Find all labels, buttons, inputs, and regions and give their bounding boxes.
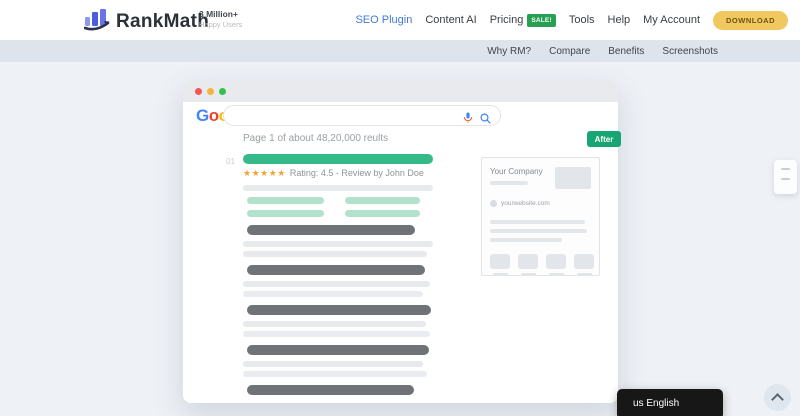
result-index: 01	[226, 157, 235, 166]
skeleton-bar	[247, 197, 324, 204]
logo-wordmark: RankMath	[116, 11, 210, 32]
skeleton-bar	[345, 197, 420, 204]
subnav-benefits[interactable]: Benefits	[608, 46, 644, 57]
website-url: yourwebsite.com	[501, 200, 550, 207]
image-tile	[518, 254, 538, 276]
widget-mark	[781, 178, 790, 180]
skeleton-bar	[490, 238, 562, 242]
knowledge-panel-title-block: Your Company	[490, 167, 543, 185]
tagline-bottom: Happy Users	[199, 20, 243, 30]
skeleton-bar	[247, 225, 415, 235]
search-results-skeleton: ★★★★★ Rating: 4.5 - Review by John Doe	[243, 154, 433, 395]
close-dot-icon	[195, 87, 202, 95]
skeleton-bar	[247, 305, 431, 315]
sitelink-row	[247, 210, 433, 217]
nav-tools[interactable]: Tools	[569, 14, 595, 26]
skeleton-bar	[247, 385, 414, 395]
nav-seo-plugin[interactable]: SEO Plugin	[355, 14, 412, 26]
skeleton-bar	[243, 321, 426, 327]
skeleton-bar	[490, 229, 587, 233]
skeleton-bar	[243, 281, 430, 287]
sitelink-row	[247, 197, 433, 204]
globe-icon	[490, 200, 497, 207]
knowledge-panel-card: Your Company yourwebsite.com	[481, 157, 600, 276]
subnav-why-rm[interactable]: Why RM?	[487, 46, 531, 57]
browser-titlebar	[183, 80, 618, 102]
website-row: yourwebsite.com	[490, 200, 591, 207]
nav-my-account[interactable]: My Account	[643, 14, 700, 26]
mock-search-input	[223, 105, 501, 126]
search-icon	[480, 111, 491, 129]
image-tile	[490, 254, 510, 276]
result-title-bar	[243, 154, 433, 164]
skeleton-bar	[490, 220, 585, 224]
skeleton-bar	[345, 210, 420, 217]
google-letter: o	[208, 106, 219, 125]
image-tiles-row	[490, 254, 594, 276]
skeleton-bar	[243, 371, 427, 377]
knowledge-panel-header: Your Company	[490, 167, 591, 189]
skeleton-bar	[243, 251, 427, 257]
tagline-top: 3 Million+	[199, 9, 238, 19]
skeleton-bar	[247, 345, 429, 355]
google-letter: G	[196, 106, 209, 125]
language-selector-popup[interactable]: us English	[617, 389, 723, 416]
language-label: us English	[633, 398, 680, 409]
side-floating-widget[interactable]	[774, 160, 797, 194]
maximize-dot-icon	[219, 87, 226, 95]
skeleton-bar	[243, 185, 433, 191]
company-name: Your Company	[490, 167, 543, 176]
subnav-compare[interactable]: Compare	[549, 46, 590, 57]
rich-snippet-rating: ★★★★★ Rating: 4.5 - Review by John Doe	[243, 167, 433, 179]
browser-mockup-window: Google Page 1 of about 48,20,000 reults …	[183, 80, 621, 403]
logo-tagline: 3 Million+ Happy Users	[199, 9, 242, 30]
skeleton-bar	[243, 331, 430, 337]
after-toggle-badge: After	[587, 131, 621, 147]
company-image-placeholder	[555, 167, 591, 189]
skeleton-bar	[247, 265, 425, 275]
star-rating-icon: ★★★★★	[243, 167, 286, 178]
results-summary: Page 1 of about 48,20,000 reults	[243, 133, 389, 144]
nav-pricing[interactable]: Pricing SALE!	[489, 13, 556, 27]
rankmath-logo[interactable]: RankMath	[83, 8, 210, 36]
skeleton-bar	[247, 210, 324, 217]
nav-pricing-label: Pricing	[489, 14, 524, 26]
rankmath-logo-icon	[83, 8, 110, 36]
skeleton-bar	[243, 241, 433, 247]
nav-help[interactable]: Help	[608, 14, 631, 26]
page: RankMath 3 Million+ Happy Users SEO Plug…	[0, 0, 800, 416]
skeleton-bar	[243, 291, 423, 297]
rating-text: Rating: 4.5 - Review by John Doe	[289, 168, 424, 178]
download-button[interactable]: DOWNLOAD	[713, 10, 788, 30]
minimize-dot-icon	[207, 87, 214, 95]
skeleton-bar	[490, 181, 528, 185]
sale-badge: SALE!	[527, 13, 556, 27]
chevron-up-icon	[771, 393, 784, 406]
nav-content-ai[interactable]: Content AI	[425, 14, 476, 26]
image-tile	[546, 254, 566, 276]
widget-mark	[781, 168, 790, 170]
skeleton-bar	[243, 361, 423, 367]
microphone-icon	[463, 111, 473, 129]
site-header: RankMath 3 Million+ Happy Users SEO Plug…	[0, 0, 800, 40]
subnav-screenshots[interactable]: Screenshots	[662, 46, 718, 57]
main-nav: SEO Plugin Content AI Pricing SALE! Tool…	[355, 0, 788, 40]
image-tile	[574, 254, 594, 276]
section-subnav: Why RM? Compare Benefits Screenshots	[0, 40, 800, 62]
scroll-to-top-button[interactable]	[764, 384, 791, 411]
